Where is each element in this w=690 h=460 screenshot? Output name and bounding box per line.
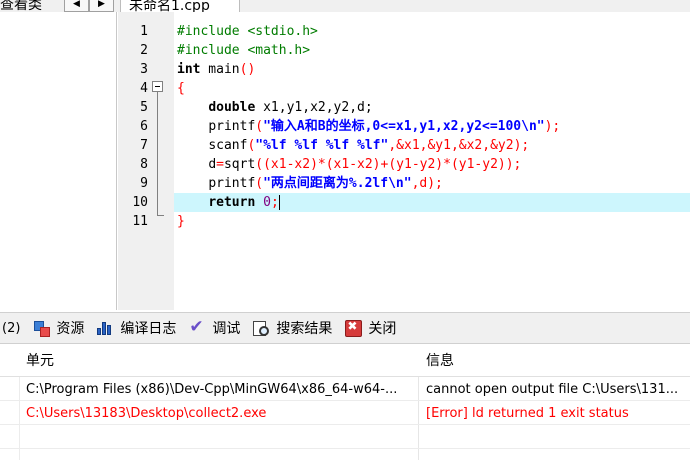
tab-compiler-label: (2) (2, 320, 21, 336)
code-line-3: int main() (174, 60, 690, 79)
symbol: } (177, 214, 185, 229)
line-numbers: 1 2 3 4 5 6 7 8 9 10 11 (118, 22, 148, 231)
identifier: sqrt (223, 157, 256, 172)
search-document-icon (252, 319, 270, 337)
keyword: return (208, 195, 256, 210)
fold-collapse-icon[interactable] (152, 81, 163, 92)
class-browser-tab[interactable]: 查看类 (0, 0, 42, 12)
symbol: = (216, 157, 224, 172)
tab-nav-arrows: ◀ ▶ (64, 0, 114, 12)
table-row[interactable]: C:\Program Files (x86)\Dev-Cpp\MinGW64\x… (0, 378, 690, 401)
keyword: int (177, 62, 201, 77)
line-number: 6 (140, 119, 148, 134)
symbol: ,d); (411, 176, 443, 191)
line-number: 4 (140, 81, 148, 96)
code-line-1: #include <stdio.h> (174, 22, 690, 41)
code-editor[interactable]: 1 2 3 4 5 6 7 8 9 10 11 #include <stdio.… (118, 12, 690, 310)
identifier: scanf (208, 138, 248, 153)
tab-close-label: 关闭 (368, 321, 397, 337)
cell-unit: C:\Program Files (x86)\Dev-Cpp\MinGW64\x… (26, 382, 398, 397)
string-literal: "两点间距离为%.2lf\n" (263, 176, 412, 191)
line-number: 2 (140, 43, 148, 58)
code-line-8: d=sqrt((x1-x2)*(x1-x2)+(y1-y2)*(y1-y2)); (174, 155, 690, 174)
string-literal: "输入A和B的坐标,0<=x1,y1,x2,y2<=100\n" (263, 119, 545, 134)
string-literal: "%lf %lf %lf %lf" (255, 138, 389, 153)
line-number: 1 (140, 24, 148, 39)
tab-prev-button[interactable]: ◀ (64, 0, 89, 12)
symbol: { (177, 81, 185, 96)
line-number: 11 (132, 214, 148, 229)
symbol: ((x1-x2)*(x1-x2)+(y1-y2)*(y1-y2)); (255, 157, 522, 172)
symbol: ( (255, 176, 264, 191)
line-number: 10 (132, 195, 148, 210)
fold-end-marker (157, 215, 164, 216)
tab-next-button[interactable]: ▶ (89, 0, 114, 12)
compile-messages-table: 单元 信息 C:\Program Files (x86)\Dev-Cpp\Min… (0, 345, 690, 460)
table-row-empty (0, 426, 690, 449)
code-line-10-current: return 0; (174, 193, 690, 212)
symbol: () (239, 62, 256, 77)
table-row-error[interactable]: C:\Users\13183\Desktop\collect2.exe [Err… (0, 402, 690, 425)
code-line-11: } (174, 212, 690, 231)
tab-compiler[interactable]: (2) (0, 314, 26, 342)
identifier: printf (208, 176, 256, 191)
bar-chart-icon (96, 319, 114, 337)
code-lines[interactable]: #include <stdio.h> #include <math.h> int… (174, 22, 690, 231)
checkmark-icon (188, 317, 206, 337)
tab-close[interactable]: 关闭 (338, 314, 402, 342)
resources-icon (32, 319, 51, 337)
identifier: printf (208, 119, 256, 134)
code-line-7: scanf("%lf %lf %lf %lf",&x1,&y1,&x2,&y2)… (174, 136, 690, 155)
code-line-6: printf("输入A和B的坐标,0<=x1,y1,x2,y2<=100\n")… (174, 117, 690, 136)
text-caret (278, 195, 280, 210)
file-tab[interactable]: 未命名1.cpp (120, 0, 240, 12)
line-number: 3 (140, 62, 148, 77)
tab-compile-log[interactable]: 编译日志 (90, 314, 182, 342)
bottom-panel-tabs: (2) 资源 编译日志 调试 搜索结果 关闭 (0, 312, 690, 344)
cell-info: [Error] ld returned 1 exit status (426, 406, 629, 421)
class-browser-pane[interactable] (0, 12, 117, 310)
code-line-5: double x1,y1,x2,y2,d; (174, 98, 690, 117)
number-literal: 0 (263, 195, 271, 210)
identifier: x1,y1,x2,y2,d; (255, 100, 373, 115)
tab-resources-label: 资源 (56, 321, 85, 337)
editor-gutter: 1 2 3 4 5 6 7 8 9 10 11 (118, 12, 174, 310)
line-number: 9 (140, 176, 148, 191)
symbol: ); (544, 119, 561, 134)
fold-guide-line (157, 92, 158, 216)
column-header-info[interactable]: 信息 (419, 345, 454, 377)
code-line-2: #include <math.h> (174, 41, 690, 60)
tab-resources[interactable]: 资源 (26, 314, 90, 342)
line-number: 7 (140, 138, 148, 153)
code-line-9: printf("两点间距离为%.2lf\n",d); (174, 174, 690, 193)
cell-info: cannot open output file C:\Users\131... (426, 382, 679, 397)
preprocessor-directive: #include <stdio.h> (177, 24, 318, 39)
close-icon (344, 319, 363, 337)
tab-search-results[interactable]: 搜索结果 (246, 314, 338, 342)
column-header-unit[interactable]: 单元 (0, 345, 54, 377)
symbol: ; (270, 195, 279, 210)
table-header: 单元 信息 (0, 345, 690, 377)
identifier: main (200, 62, 240, 77)
preprocessor-directive: #include <math.h> (177, 43, 311, 58)
tab-debug-label: 调试 (212, 321, 241, 337)
top-tab-strip: 查看类 ◀ ▶ 未命名1.cpp (0, 0, 690, 12)
symbol: ( (255, 119, 264, 134)
code-line-4: { (174, 79, 690, 98)
tab-compile-log-label: 编译日志 (120, 321, 177, 337)
line-number: 8 (140, 157, 148, 172)
symbol: ,&x1,&y1,&x2,&y2); (388, 138, 530, 153)
keyword: double (208, 100, 256, 115)
tab-debug[interactable]: 调试 (182, 314, 246, 342)
line-number: 5 (140, 100, 148, 115)
tab-search-results-label: 搜索结果 (276, 321, 333, 337)
identifier: d (208, 157, 217, 172)
cell-unit: C:\Users\13183\Desktop\collect2.exe (26, 406, 267, 421)
